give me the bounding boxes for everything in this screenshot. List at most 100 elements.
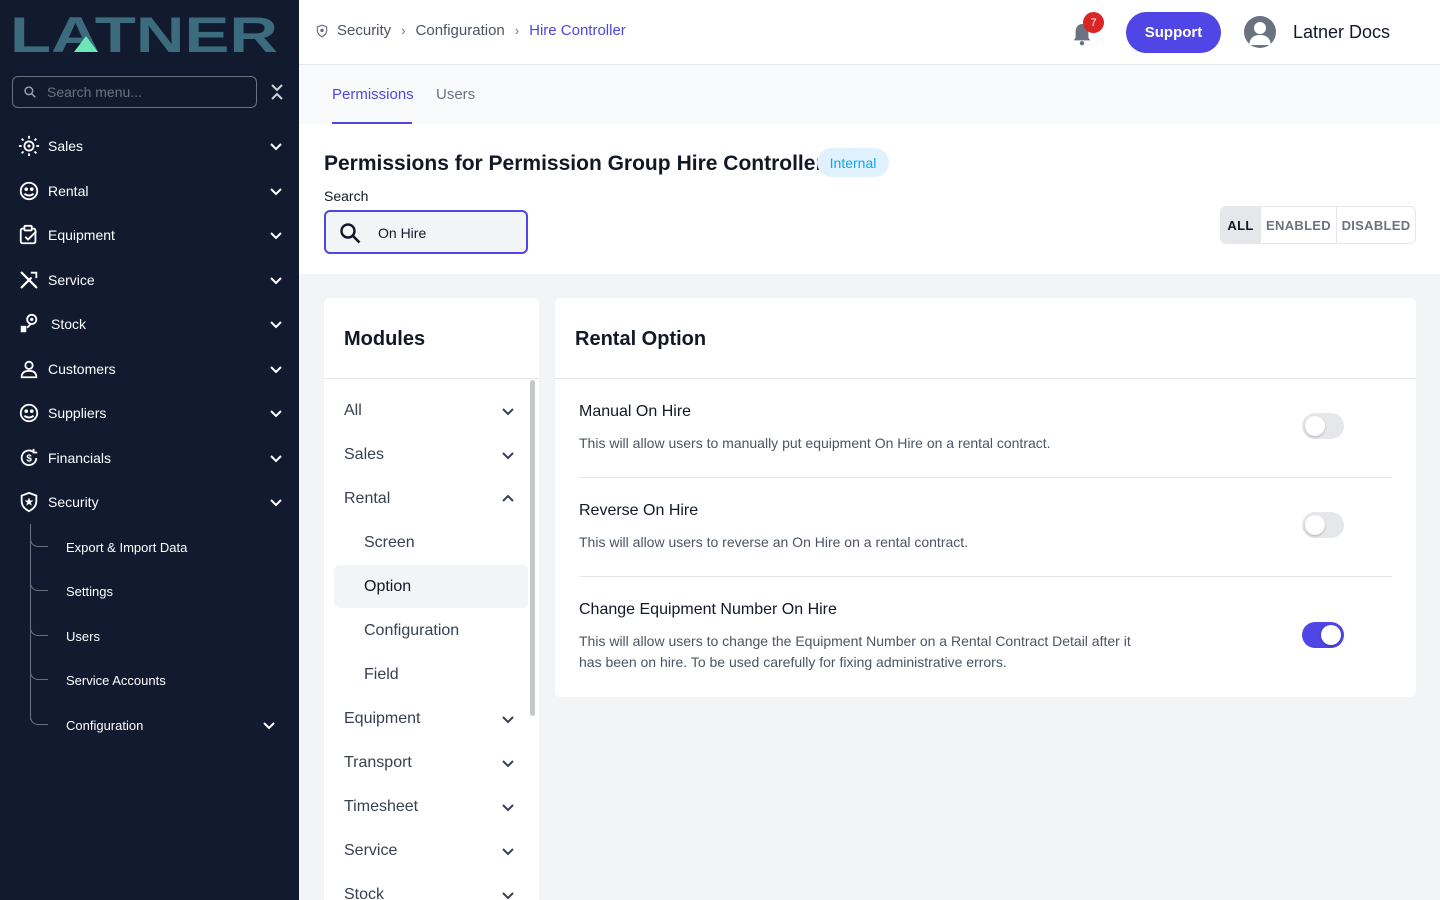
chevron-down-icon (270, 277, 282, 285)
sidebar-item-stock[interactable]: Stock (0, 304, 299, 344)
chevron-down-icon (270, 455, 282, 463)
sidebar-subitem-label: Users (66, 628, 100, 644)
search-value: On Hire (378, 225, 427, 241)
options-title: Rental Option (575, 328, 707, 350)
sales-icon (18, 135, 40, 157)
sidebar-subitem-label: Settings (66, 583, 113, 599)
tree-branch (30, 666, 48, 680)
sidebar-item-suppliers[interactable]: Suppliers (0, 393, 299, 433)
chevron-down-icon (502, 407, 514, 415)
breadcrumb-security[interactable]: Security (337, 22, 391, 39)
tree-branch (30, 577, 48, 591)
module-item-transport[interactable]: Transport (334, 741, 528, 784)
shield-icon (316, 24, 328, 37)
sidebar-search-placeholder: Search menu... (47, 84, 142, 100)
module-subitem-field[interactable]: Field (334, 653, 528, 696)
toggle-knob (1321, 625, 1341, 645)
equipment-icon (18, 224, 40, 246)
module-label: Transport (344, 753, 412, 771)
filter-disabled[interactable]: DISABLED (1337, 207, 1415, 243)
module-item-service[interactable]: Service (334, 829, 528, 872)
breadcrumb-configuration[interactable]: Configuration (416, 22, 505, 39)
user-name[interactable]: Latner Docs (1293, 22, 1390, 43)
chevron-down-icon (270, 188, 282, 196)
module-subitem-option[interactable]: Option (334, 565, 528, 608)
svg-text:$: $ (26, 454, 32, 465)
chevron-up-icon (502, 494, 514, 502)
divider (579, 576, 1392, 577)
sidebar-subitem-export-import[interactable]: Export & Import Data (30, 527, 290, 567)
sidebar-item-label: Customers (48, 361, 116, 377)
filter-enabled[interactable]: ENABLED (1261, 207, 1337, 243)
module-item-all[interactable]: All (334, 389, 528, 432)
module-item-timesheet[interactable]: Timesheet (334, 785, 528, 828)
chevron-right-icon: › (401, 23, 406, 38)
permission-group-name: Hire Controller (676, 152, 824, 175)
search-icon (24, 86, 36, 98)
collapse-sidebar-icon[interactable] (268, 82, 286, 102)
sidebar-item-rental[interactable]: Rental (0, 171, 299, 211)
module-item-rental[interactable]: Rental (334, 477, 528, 520)
chevron-down-icon (270, 410, 282, 418)
toggle-manual-on-hire[interactable] (1302, 413, 1344, 439)
rental-option-panel: Rental Option Manual On Hire This will a… (555, 298, 1416, 697)
notification-badge: 7 (1083, 12, 1104, 33)
sidebar-subitem-configuration[interactable]: Configuration (30, 705, 290, 745)
permission-description: This will allow users to change the Equi… (579, 633, 1131, 670)
permission-name: Manual On Hire (579, 403, 692, 420)
module-label: All (344, 401, 362, 419)
sidebar-subitem-settings[interactable]: Settings (30, 571, 290, 611)
internal-badge: Internal (817, 148, 889, 177)
module-item-sales[interactable]: Sales (334, 433, 528, 476)
avatar[interactable] (1244, 16, 1276, 48)
tab-users[interactable]: Users (436, 86, 475, 103)
filter-all[interactable]: ALL (1221, 207, 1261, 243)
module-item-equipment[interactable]: Equipment (334, 697, 528, 740)
sidebar-item-service[interactable]: Service (0, 260, 299, 300)
toggle-change-equipment-number[interactable] (1302, 622, 1344, 648)
sidebar-item-customers[interactable]: Customers (0, 349, 299, 389)
sidebar-subitem-label: Configuration (66, 717, 144, 733)
rental-icon (18, 180, 40, 202)
module-label: Equipment (344, 709, 421, 727)
chevron-right-icon: › (514, 23, 520, 38)
sidebar-item-label: Service (48, 272, 95, 288)
chevron-down-icon (502, 891, 514, 899)
sidebar-subitem-service-accounts[interactable]: Service Accounts (30, 660, 290, 700)
chevron-down-icon (263, 722, 275, 730)
module-subitem-screen[interactable]: Screen (334, 521, 528, 564)
sidebar-subitem-users[interactable]: Users (30, 616, 290, 656)
sidebar-item-financials[interactable]: $ Financials (0, 438, 299, 478)
support-button[interactable]: Support (1126, 12, 1221, 53)
sidebar-item-label: Rental (48, 183, 89, 199)
toggle-reverse-on-hire[interactable] (1302, 512, 1344, 538)
tree-branch (30, 533, 48, 547)
module-subitem-configuration[interactable]: Configuration (334, 609, 528, 652)
chevron-down-icon (502, 803, 514, 811)
module-label: Configuration (364, 621, 460, 639)
module-label: Screen (364, 533, 415, 551)
divider (579, 477, 1392, 478)
sidebar-search-input[interactable]: Search menu... (12, 76, 257, 108)
permission-description: This will allow users to reverse an On H… (579, 534, 969, 550)
latner-logo[interactable]: LATNER (10, 12, 280, 56)
permissions-header: Permissions for Permission Group Hire Con… (299, 124, 1440, 274)
logo-text: LATNER (10, 12, 278, 56)
sidebar: LATNER Search menu... Sales Rental Equip… (0, 0, 299, 900)
permission-description: This will allow users to manually put eq… (579, 435, 1051, 451)
modules-title: Modules (344, 328, 426, 350)
chevron-down-icon (502, 451, 514, 459)
sidebar-item-security[interactable]: Security (0, 482, 299, 522)
chevron-down-icon (270, 366, 282, 374)
permission-search-input[interactable]: On Hire (324, 210, 528, 254)
suppliers-icon (18, 402, 40, 424)
tab-permissions[interactable]: Permissions (332, 86, 414, 103)
modules-panel: Modules All Sales Rental Screen Option C… (324, 298, 539, 900)
sidebar-item-equipment[interactable]: Equipment (0, 215, 299, 255)
module-label: Field (364, 665, 399, 683)
module-item-stock[interactable]: Stock (334, 873, 528, 900)
sidebar-item-sales[interactable]: Sales (0, 126, 299, 166)
tree-branch (30, 622, 48, 636)
divider (555, 378, 1416, 379)
modules-scrollbar[interactable] (530, 380, 535, 716)
